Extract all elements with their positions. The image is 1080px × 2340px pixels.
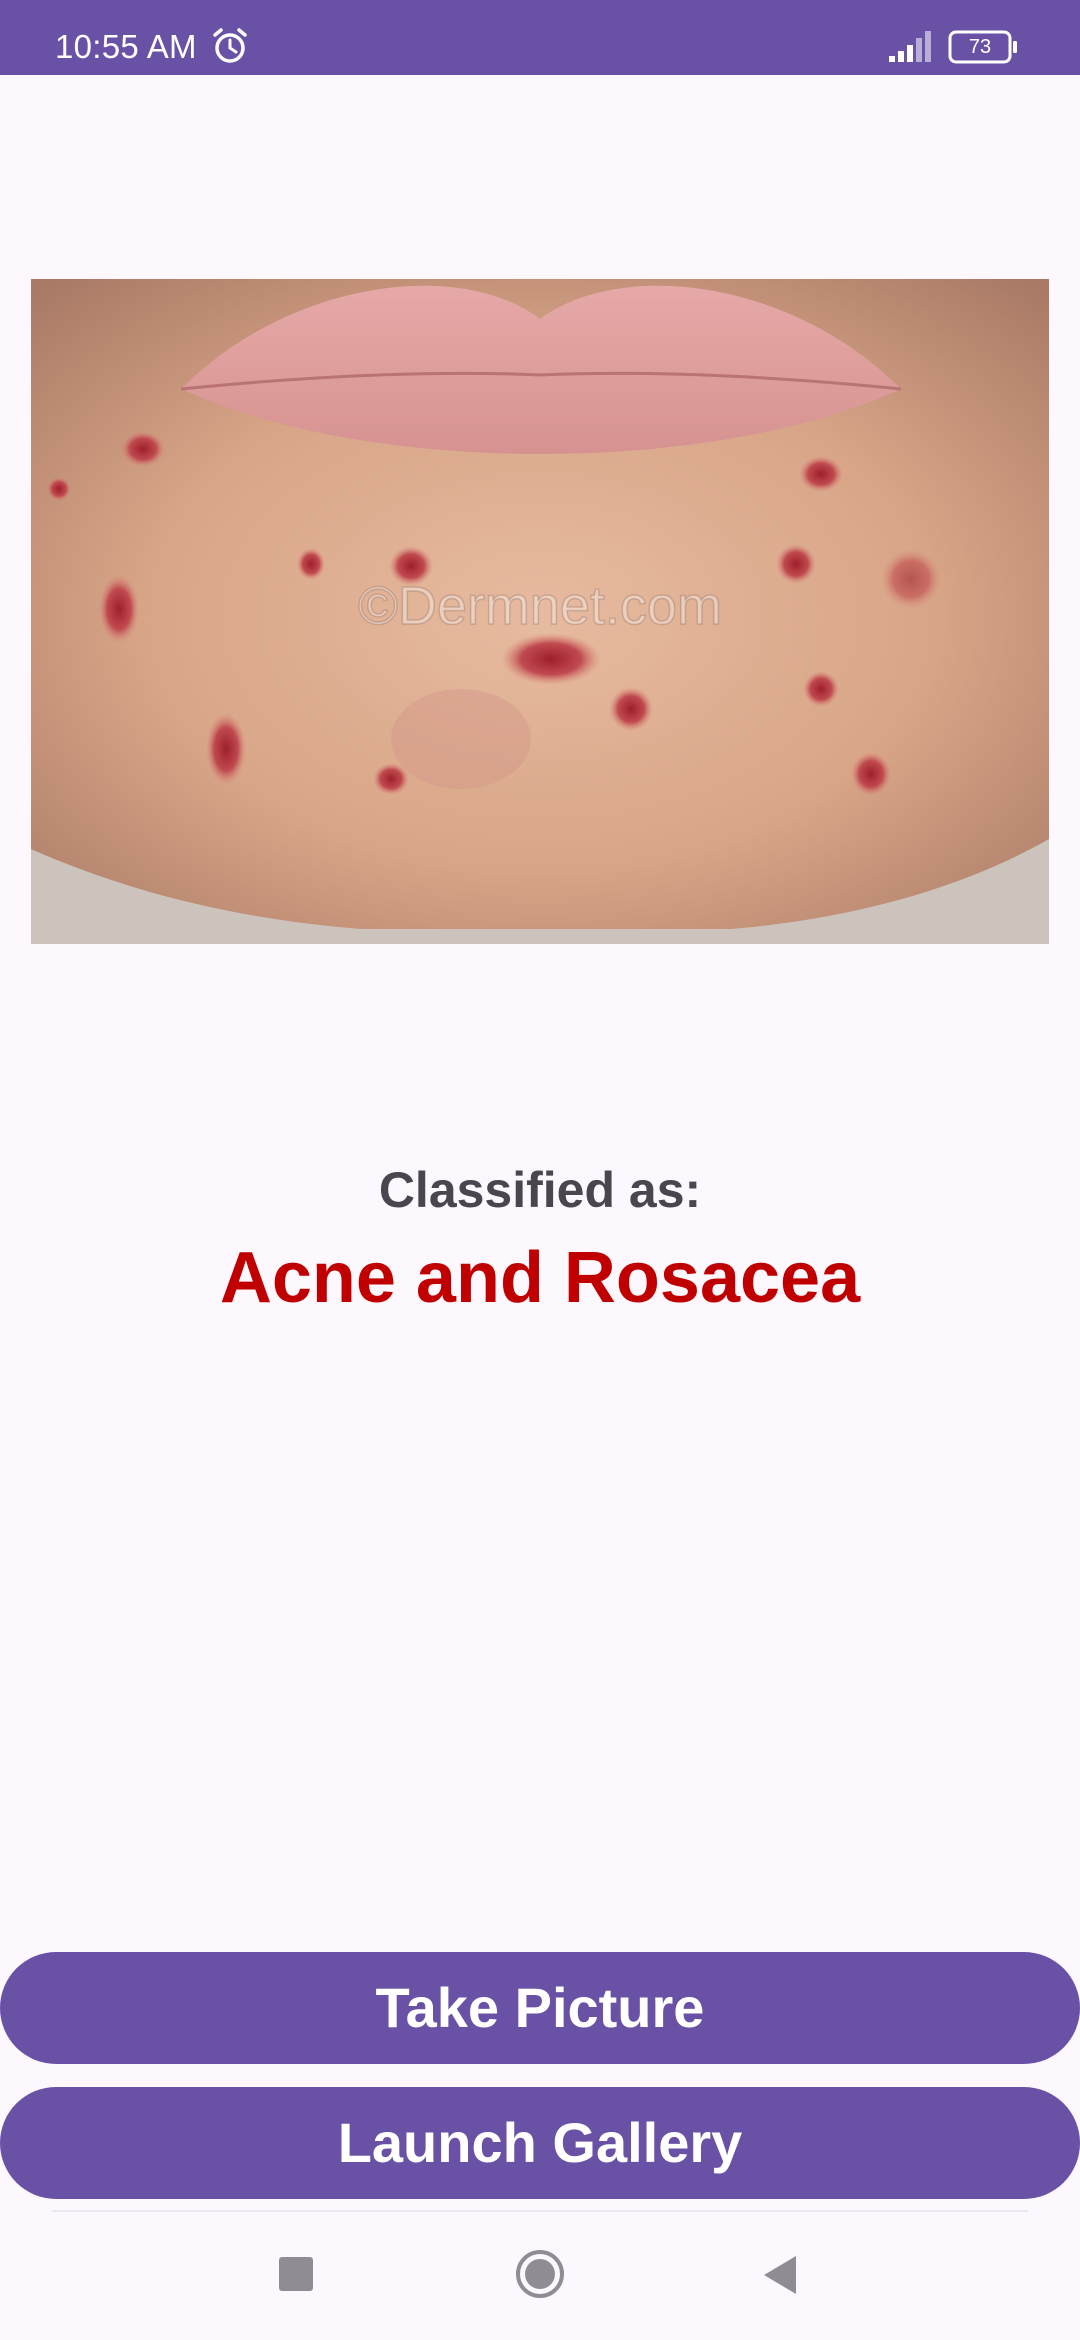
launch-gallery-button[interactable]: Launch Gallery <box>0 2087 1080 2199</box>
status-bar: 10:55 AM 73 <box>0 0 1080 75</box>
signal-icon <box>889 31 931 62</box>
take-picture-button[interactable]: Take Picture <box>0 1952 1080 2064</box>
home-icon[interactable] <box>515 2249 565 2299</box>
classified-label: Classified as: <box>378 1162 702 1218</box>
photo-watermark: ©Dermnet.com <box>358 576 722 636</box>
recents-icon[interactable] <box>279 2257 313 2291</box>
battery-level: 73 <box>968 36 992 58</box>
classification-result: Acne and Rosacea <box>219 1238 861 1318</box>
alarm-icon <box>213 28 247 63</box>
back-icon[interactable] <box>760 2254 798 2296</box>
nav-divider <box>52 2210 1028 2212</box>
status-time: 10:55 AM <box>55 28 197 65</box>
skin-photo: ©Dermnet.com <box>31 279 1049 944</box>
